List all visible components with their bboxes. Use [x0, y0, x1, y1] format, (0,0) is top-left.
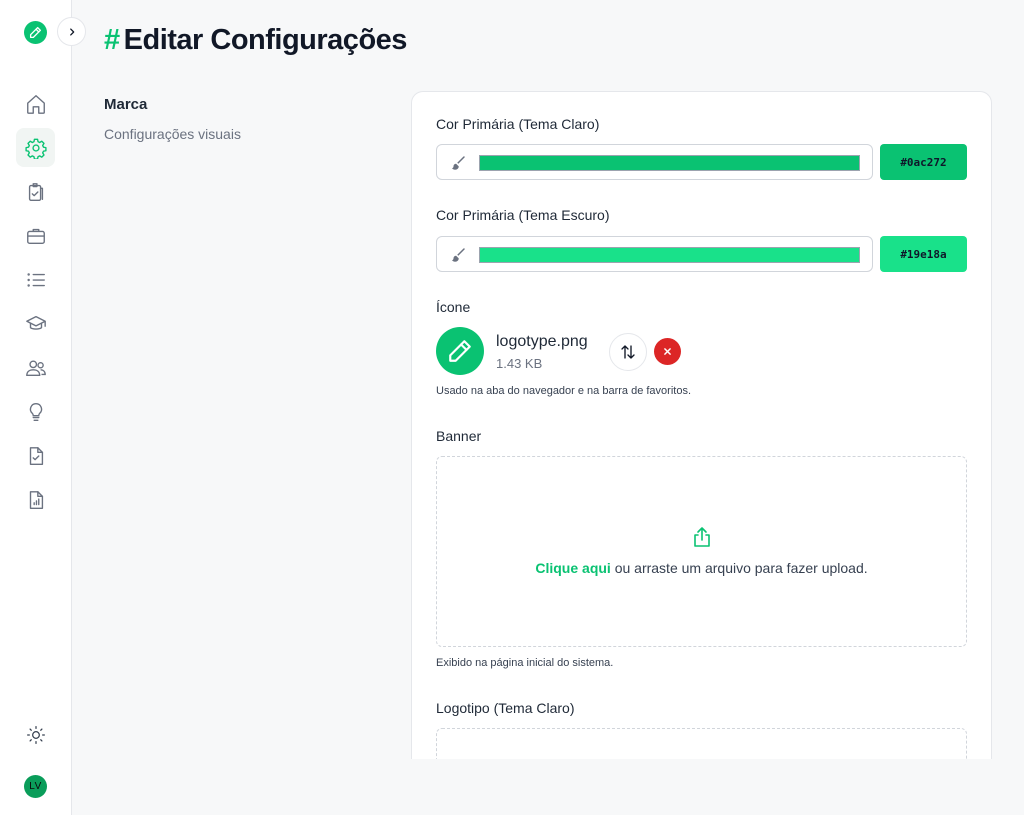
logo-light-dropzone[interactable]: [436, 728, 967, 759]
section-subtitle: Configurações visuais: [104, 126, 241, 142]
primary-light-swatch: [479, 155, 860, 171]
file-check-icon: [29, 446, 43, 465]
paint-brush-icon: [452, 156, 465, 170]
primary-light-color-picker[interactable]: [436, 144, 873, 180]
icon-file-name: logotype.png: [496, 333, 588, 350]
upload-icon: [694, 527, 710, 547]
icon-preview: [436, 327, 484, 375]
page-title-text: Editar Configurações: [123, 24, 408, 56]
sidebar-item-courses[interactable]: [16, 304, 55, 343]
primary-light-hex-value[interactable]: #0ac272: [880, 144, 967, 180]
sidebar-item-list[interactable]: [16, 260, 55, 299]
icon-file-size: 1.43 KB: [496, 356, 543, 371]
sidebar-item-settings[interactable]: [16, 128, 55, 167]
page-title: # Editar Configurações: [104, 24, 407, 57]
replace-icon-button[interactable]: [609, 333, 647, 371]
banner-help-text: Exibido na página inicial do sistema.: [436, 657, 614, 669]
banner-dropzone[interactable]: Clique aqui ou arraste um arquivo para f…: [436, 456, 967, 647]
primary-dark-hex-value[interactable]: #19e18a: [880, 236, 967, 272]
brand-logo[interactable]: [24, 21, 47, 44]
theme-toggle-button[interactable]: [16, 715, 55, 754]
sun-icon: [26, 725, 45, 744]
sidebar-collapse-button[interactable]: [57, 17, 86, 46]
avatar[interactable]: LV: [24, 775, 47, 798]
pencil-icon: [449, 340, 471, 362]
chevron-right-icon: [69, 27, 74, 36]
users-icon: [25, 359, 46, 376]
pencil-icon: [29, 26, 42, 39]
banner-label: Banner: [436, 428, 482, 444]
banner-dropzone-text: Clique aqui ou arraste um arquivo para f…: [437, 560, 966, 576]
sidebar-item-tasks[interactable]: [16, 172, 55, 211]
list-icon: [26, 272, 45, 287]
graduation-cap-icon: [25, 315, 46, 330]
paint-brush-icon: [452, 248, 465, 262]
remove-icon-button[interactable]: [654, 338, 681, 365]
banner-dropzone-rest: ou arraste um arquivo para fazer upload.: [610, 560, 868, 576]
close-icon: [664, 348, 671, 355]
primary-light-label: Cor Primária (Tema Claro): [436, 116, 600, 132]
file-chart-icon: [29, 490, 43, 509]
lightbulb-icon: [29, 402, 42, 421]
primary-dark-label: Cor Primária (Tema Escuro): [436, 207, 610, 223]
briefcase-icon: [26, 228, 45, 244]
sidebar-item-ideas[interactable]: [16, 392, 55, 431]
page-title-hash: #: [104, 24, 120, 56]
home-icon: [26, 94, 45, 114]
logo-light-label: Logotipo (Tema Claro): [436, 700, 575, 716]
icon-label: Ícone: [436, 299, 471, 315]
sidebar-item-reports[interactable]: [16, 480, 55, 519]
gear-icon: [24, 138, 47, 159]
sidebar: LV: [0, 0, 72, 815]
banner-upload-link[interactable]: Clique aqui: [535, 560, 610, 576]
primary-dark-color-picker[interactable]: [436, 236, 873, 272]
settings-card: Cor Primária (Tema Claro) #0ac272 Cor Pr…: [411, 91, 992, 759]
icon-help-text: Usado na aba do navegador e na barra de …: [436, 385, 692, 397]
sidebar-item-documents[interactable]: [16, 436, 55, 475]
section-title: Marca: [104, 96, 148, 113]
sidebar-item-jobs[interactable]: [16, 216, 55, 255]
sidebar-item-home[interactable]: [16, 84, 55, 123]
swap-arrows-icon: [621, 345, 635, 359]
sidebar-item-users[interactable]: [16, 348, 55, 387]
clipboard-check-icon: [28, 182, 43, 201]
primary-dark-swatch: [479, 247, 860, 263]
